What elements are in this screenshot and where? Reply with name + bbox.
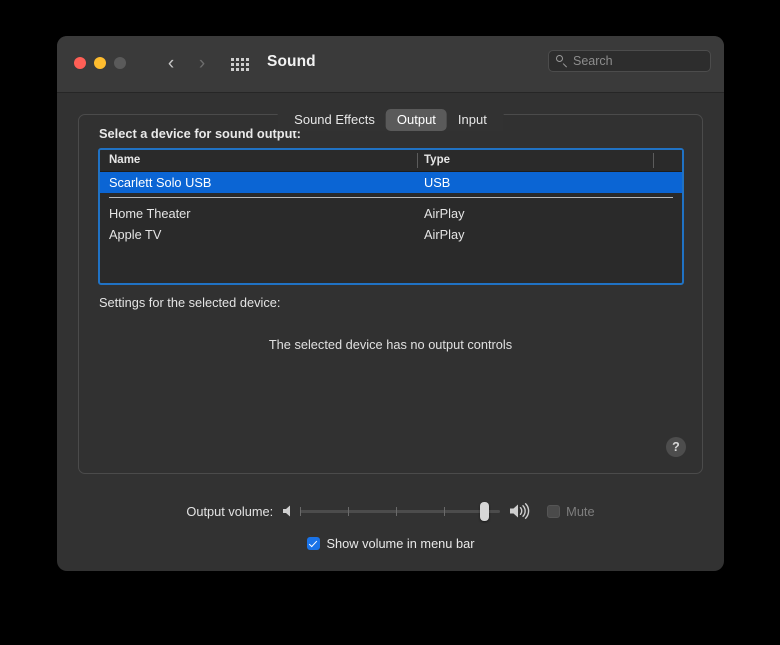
output-volume-row: Output volume: Mute xyxy=(57,499,724,523)
minimize-button-icon[interactable] xyxy=(94,57,106,69)
speaker-low-icon xyxy=(282,504,294,518)
row-separator xyxy=(100,193,682,203)
output-volume-slider[interactable] xyxy=(300,502,501,521)
select-device-label: Select a device for sound output: xyxy=(99,126,301,141)
device-table[interactable]: Name Type Scarlett Solo USB USB Home The… xyxy=(98,148,684,285)
device-name: Apple TV xyxy=(109,227,162,242)
device-type: USB xyxy=(424,175,451,190)
sound-preferences-window: ‹ › Sound Sound Effects Output Input xyxy=(57,36,724,571)
mute-label: Mute xyxy=(566,503,595,519)
slider-tick xyxy=(348,507,350,516)
forward-chevron-icon: › xyxy=(198,53,206,74)
settings-label: Settings for the selected device: xyxy=(99,295,281,310)
table-row[interactable]: Scarlett Solo USB USB xyxy=(100,172,682,193)
table-row[interactable]: Apple TV AirPlay xyxy=(100,224,682,245)
slider-tick xyxy=(300,507,302,516)
tab-input[interactable]: Input xyxy=(447,109,498,131)
show-volume-row: Show volume in menu bar xyxy=(57,533,724,553)
speaker-high-icon xyxy=(509,503,533,520)
search-field[interactable] xyxy=(548,50,711,72)
device-table-header: Name Type xyxy=(100,150,682,172)
tab-group: Sound Effects Output Input xyxy=(277,109,504,131)
slider-tick xyxy=(396,507,398,516)
device-table-body: Scarlett Solo USB USB Home Theater AirPl… xyxy=(100,172,682,245)
column-divider-1[interactable] xyxy=(417,153,418,168)
tab-output[interactable]: Output xyxy=(385,109,447,131)
slider-track[interactable] xyxy=(300,510,501,513)
table-row[interactable]: Home Theater AirPlay xyxy=(100,203,682,224)
titlebar: ‹ › Sound xyxy=(57,36,724,93)
slider-tick xyxy=(444,507,446,516)
page-title: Sound xyxy=(267,53,316,70)
traffic-lights xyxy=(74,57,126,69)
show-volume-checkbox[interactable] xyxy=(306,536,320,550)
device-type: AirPlay xyxy=(424,227,465,242)
column-header-name[interactable]: Name xyxy=(109,154,140,166)
back-chevron-icon[interactable]: ‹ xyxy=(162,54,180,74)
output-volume-label: Output volume: xyxy=(186,503,274,519)
show-volume-label[interactable]: Show volume in menu bar xyxy=(327,536,475,551)
show-all-grid-icon[interactable] xyxy=(231,58,252,71)
search-icon xyxy=(556,55,568,67)
close-button-icon[interactable] xyxy=(74,57,86,69)
screen: ‹ › Sound Sound Effects Output Input xyxy=(0,0,780,645)
device-name: Scarlett Solo USB xyxy=(109,175,212,190)
no-output-controls-message: The selected device has no output contro… xyxy=(268,337,513,352)
search-input[interactable] xyxy=(573,54,703,68)
mute-checkbox-group[interactable]: Mute xyxy=(547,503,595,519)
help-button[interactable]: ? xyxy=(666,437,686,457)
tab-sound-effects[interactable]: Sound Effects xyxy=(283,109,386,131)
output-panel: Select a device for sound output: Name T… xyxy=(78,114,703,474)
column-header-type[interactable]: Type xyxy=(424,154,450,166)
device-name: Home Theater xyxy=(109,206,191,221)
slider-knob[interactable] xyxy=(480,502,490,521)
column-divider-2[interactable] xyxy=(653,153,654,168)
mute-checkbox xyxy=(547,504,561,518)
device-type: AirPlay xyxy=(424,206,465,221)
zoom-button-icon xyxy=(114,57,126,69)
